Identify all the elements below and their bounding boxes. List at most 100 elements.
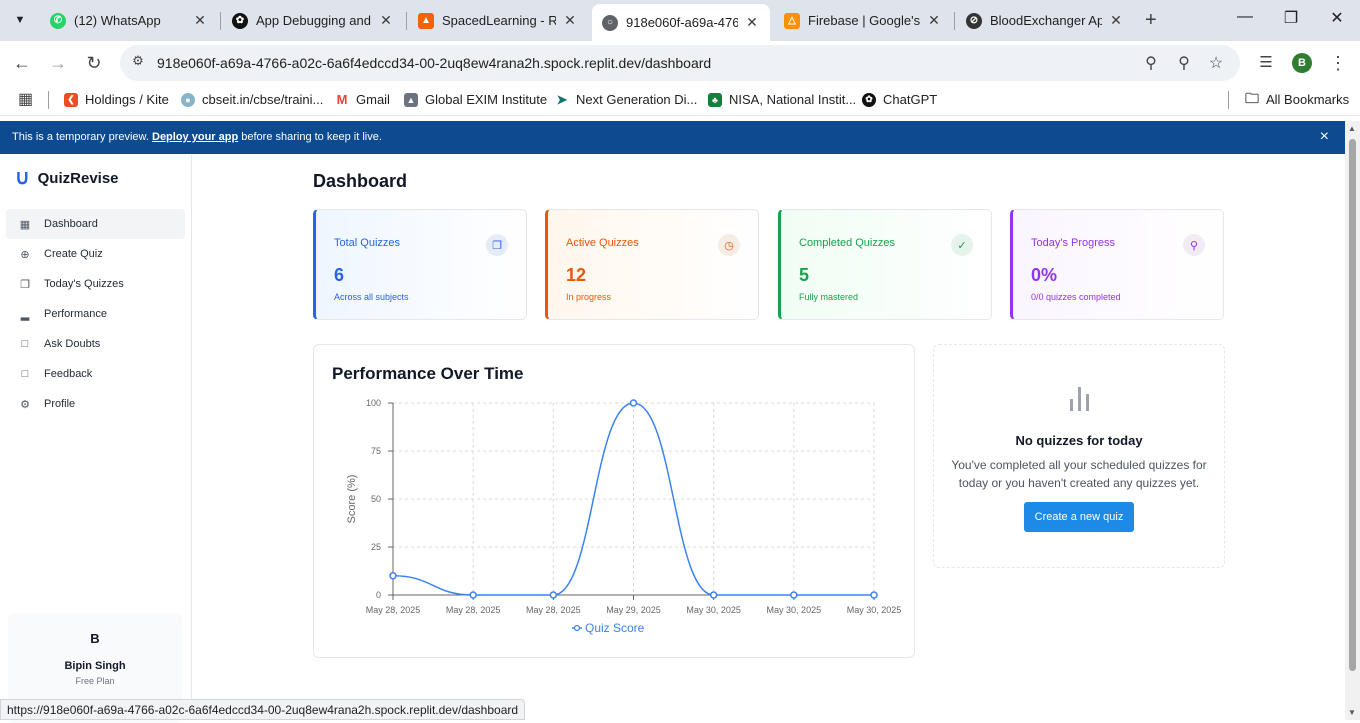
browser-toolbar: ← → ↻ ⚙ 918e060f-a69a-4766-a02c-6a6f4edc… [0, 41, 1360, 84]
tab-title: 918e060f-a69a-4766 [626, 15, 738, 30]
sidebar-item-label: Profile [44, 398, 76, 410]
nisa-icon: ♣ [708, 92, 722, 107]
sidebar-item-dashboard[interactable]: ▦ Dashboard [6, 209, 185, 239]
deploy-link[interactable]: Deploy your app [152, 131, 238, 143]
bookmark-item[interactable]: M Gmail [335, 92, 390, 107]
bookmark-separator [48, 91, 49, 109]
data-point [709, 591, 718, 599]
close-icon[interactable]: ✕ [1108, 12, 1124, 29]
clock-icon: ◷ [718, 234, 740, 256]
apps-icon[interactable]: ▦ [18, 89, 33, 109]
browser-tab-strip: ▼ ✆ (12) WhatsApp ✕ ✿ App Debugging and … [0, 0, 1360, 41]
y-tick-label: 75 [371, 446, 381, 456]
stat-card-active-quizzes: Active Quizzes 12 In progress ◷ [545, 209, 759, 320]
close-icon[interactable]: ✕ [744, 14, 760, 31]
sidebar-item-feedback[interactable]: □ Feedback [6, 359, 185, 389]
sidebar-item-profile[interactable]: ⚙ Profile [6, 389, 185, 419]
sidebar-item-label: Today's Quizzes [44, 278, 124, 290]
logo-icon: ∪ [15, 167, 30, 189]
sidebar-item-todays-quizzes[interactable]: ❐ Today's Quizzes [6, 269, 185, 299]
x-tick-label: May 30, 2025 [686, 605, 741, 615]
chevron-down-icon: ▼ [14, 14, 26, 26]
legend-label: Quiz Score [585, 621, 645, 635]
menu-icon[interactable]: ⋮ [1326, 51, 1350, 75]
globe-icon: ○ [602, 14, 618, 31]
x-tick-label: May 30, 2025 [767, 605, 822, 615]
all-bookmarks-button[interactable]: 🗀 All Bookmarks [1245, 90, 1350, 107]
close-window-icon[interactable]: ✕ [1325, 8, 1349, 28]
browser-tab[interactable]: ✆ (12) WhatsApp ✕ [40, 6, 218, 35]
award-icon: ⚲ [1183, 234, 1205, 256]
browser-tab[interactable]: ⊘ BloodExchanger App ✕ [956, 6, 1134, 35]
browser-tab[interactable]: △ Firebase | Google's M ✕ [774, 6, 952, 35]
key-icon[interactable]: ⚲ [1141, 53, 1161, 73]
y-tick-label: 0 [376, 590, 381, 600]
all-bookmarks-label: All Bookmarks [1266, 92, 1350, 107]
tab-separator [220, 12, 221, 30]
minimize-icon[interactable]: — [1233, 8, 1257, 26]
book-icon: ❐ [20, 278, 30, 291]
close-icon[interactable]: ✕ [562, 12, 578, 29]
new-tab-button[interactable]: + [1145, 9, 1157, 32]
sidebar-item-create-quiz[interactable]: ⊕ Create Quiz [6, 239, 185, 269]
x-tick-label: May 29, 2025 [606, 605, 661, 615]
stat-subtext: Across all subjects [334, 292, 409, 302]
close-icon[interactable]: ✕ [378, 12, 394, 29]
browser-tab[interactable]: ✿ App Debugging and ✕ [222, 6, 404, 35]
close-icon[interactable]: ✕ [192, 12, 208, 29]
tab-search-button[interactable]: ▼ [8, 8, 32, 32]
bookmark-item[interactable]: ● cbseit.in/cbse/traini... [181, 92, 323, 107]
performance-card: 0 25 50 75 100 May 28, 2025 May 28, 2025 May 28… [313, 344, 915, 658]
address-bar[interactable]: ⚙ 918e060f-a69a-4766-a02c-6a6f4edccd34-0… [120, 45, 1240, 81]
stat-label: Today's Progress [1031, 237, 1116, 249]
stat-label: Active Quizzes [566, 237, 639, 249]
scroll-up-icon[interactable]: ▲ [1348, 124, 1356, 133]
sidebar-nav: ▦ Dashboard ⊕ Create Quiz ❐ Today's Quiz… [6, 209, 185, 419]
tab-separator [406, 12, 407, 30]
y-tick-label: 100 [366, 398, 381, 408]
stat-subtext: Fully mastered [799, 292, 859, 302]
browser-tab[interactable]: ▲ SpacedLearning - Rep ✕ [408, 6, 588, 35]
sidebar-item-performance[interactable]: ▂ Performance [6, 299, 185, 329]
tab-title: App Debugging and [256, 13, 371, 28]
plus-circle-icon: ⊕ [20, 248, 30, 261]
tab-separator [954, 12, 955, 30]
back-icon[interactable]: ← [10, 51, 34, 75]
message-icon: □ [21, 338, 29, 350]
page-scrollbar[interactable]: ▲ ▼ [1345, 121, 1360, 720]
media-icon[interactable]: ☰ [1254, 51, 1278, 75]
scrollbar-thumb[interactable] [1349, 139, 1356, 671]
brand[interactable]: ∪ QuizRevise [15, 167, 119, 189]
stat-value: 0% [1031, 265, 1058, 285]
avatar: B [90, 631, 100, 646]
create-quiz-button[interactable]: Create a new quiz [1024, 502, 1134, 532]
replit-icon: ▲ [418, 12, 434, 29]
bookmark-item[interactable]: ♣ NISA, National Instit... [708, 92, 856, 107]
preview-banner: This is a temporary preview. Deploy your… [0, 121, 1345, 154]
page-title: Dashboard [313, 171, 408, 191]
scroll-down-icon[interactable]: ▼ [1348, 708, 1356, 717]
bookmark-item[interactable]: ➤ Next Generation Di... [555, 92, 697, 107]
close-icon[interactable]: × [1320, 128, 1329, 146]
site-info-icon[interactable]: ⚙ [128, 53, 148, 69]
sidebar-item-label: Feedback [44, 368, 93, 380]
book-icon: ❐ [486, 234, 508, 256]
sidebar-item-ask-doubts[interactable]: □ Ask Doubts [6, 329, 185, 359]
forward-icon[interactable]: → [46, 51, 70, 75]
kite-icon: ❮ [64, 92, 78, 107]
star-icon[interactable]: ☆ [1206, 53, 1226, 73]
restore-icon[interactable]: ❐ [1279, 8, 1303, 28]
close-icon[interactable]: ✕ [926, 12, 942, 29]
y-tick-label: 25 [371, 542, 381, 552]
bookmark-item[interactable]: ✿ ChatGPT [862, 92, 937, 107]
browser-tab-active[interactable]: ○ 918e060f-a69a-4766 ✕ [592, 4, 770, 41]
reload-icon[interactable]: ↻ [82, 51, 106, 75]
bookmark-item[interactable]: ▲ Global EXIM Institute [404, 92, 547, 107]
zoom-icon[interactable]: ⚲ [1174, 53, 1194, 73]
bar-chart-icon: ▂ [20, 308, 30, 321]
profile-avatar[interactable]: B [1292, 53, 1312, 73]
data-point [469, 591, 477, 599]
message-icon: □ [21, 368, 29, 380]
bookmarks-bar: ▦ ❮ Holdings / Kite ● cbseit.in/cbse/tra… [0, 84, 1360, 116]
bookmark-item[interactable]: ❮ Holdings / Kite [64, 92, 169, 107]
